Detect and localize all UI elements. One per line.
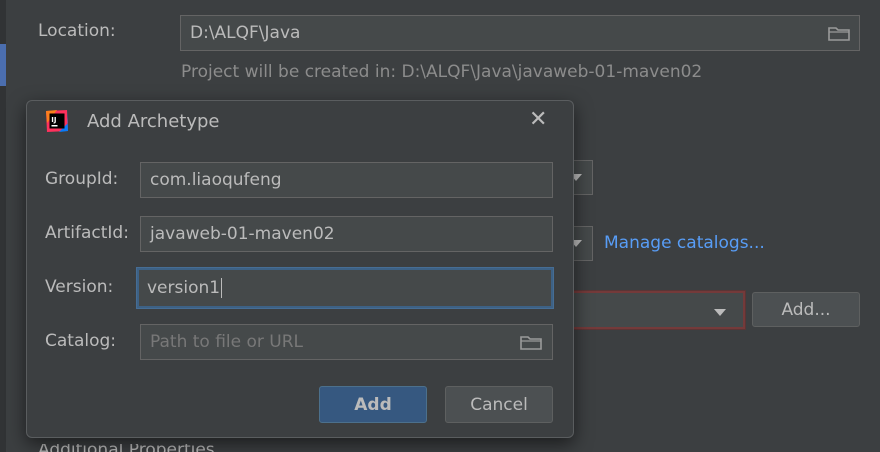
close-icon[interactable]: ✕ xyxy=(529,109,547,131)
location-field[interactable]: D:\ALQF\Java xyxy=(180,15,860,51)
group-id-label: GroupId: xyxy=(45,169,119,189)
catalog-field[interactable]: Path to file or URL xyxy=(140,324,553,360)
text-caret xyxy=(221,278,223,298)
add-archetype-button[interactable]: Add... xyxy=(752,292,860,327)
add-archetype-dialog: IJ Add Archetype ✕ GroupId: com.liaoqufe… xyxy=(26,100,574,438)
version-value: version1 xyxy=(147,278,221,298)
version-field[interactable]: version1 xyxy=(137,268,553,308)
chevron-down-icon xyxy=(714,309,726,316)
group-id-field[interactable]: com.liaoqufeng xyxy=(140,162,553,198)
archetype-combo-error[interactable] xyxy=(560,291,745,329)
group-id-value: com.liaoqufeng xyxy=(150,170,282,190)
logo-text: IJ xyxy=(51,116,56,124)
additional-properties-label: Additional Properties xyxy=(38,444,215,452)
dialog-title: Add Archetype xyxy=(87,111,220,132)
version-label: Version: xyxy=(45,277,114,297)
location-label: Location: xyxy=(38,21,116,41)
folder-icon[interactable] xyxy=(828,25,850,41)
artifact-id-value: javaweb-01-maven02 xyxy=(150,224,335,244)
artifact-id-label: ArtifactId: xyxy=(45,223,129,243)
manage-catalogs-link[interactable]: Manage catalogs... xyxy=(604,233,765,253)
location-value: D:\ALQF\Java xyxy=(190,23,301,43)
catalog-label: Catalog: xyxy=(45,331,117,351)
cancel-button[interactable]: Cancel xyxy=(445,386,553,423)
intellij-logo-icon: IJ xyxy=(46,110,68,132)
folder-icon[interactable] xyxy=(520,334,542,350)
catalog-placeholder: Path to file or URL xyxy=(150,332,304,352)
left-selected-indicator xyxy=(0,44,6,86)
add-button[interactable]: Add xyxy=(319,386,427,423)
project-location-hint: Project will be created in: D:\ALQF\Java… xyxy=(181,62,703,82)
artifact-id-field[interactable]: javaweb-01-maven02 xyxy=(140,216,553,252)
